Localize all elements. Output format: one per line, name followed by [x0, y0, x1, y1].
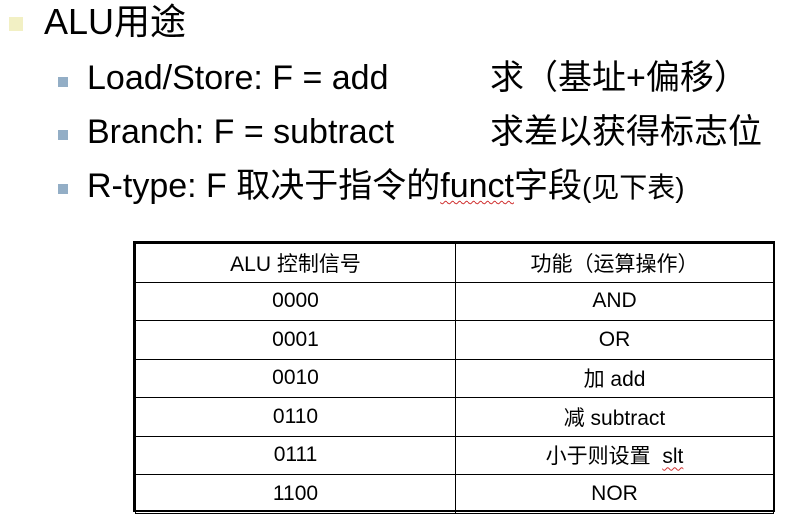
- table-cell-function: AND: [455, 281, 774, 321]
- table-cell-function: 加 add: [455, 358, 774, 398]
- alu-control-table: ALU 控制信号 功能（运算操作） 0000 AND 0001 OR 0010 …: [133, 241, 775, 514]
- table-cell-signal: 0111: [135, 435, 456, 475]
- bullet-2-label: Branch: F = subtract: [87, 113, 395, 151]
- table-row: 1100 NOR: [135, 474, 774, 514]
- bullet-1-desc: 求（基址+偏移）: [490, 59, 748, 97]
- table-header-signal: ALU 控制信号: [135, 243, 456, 283]
- bullet-marker-1: [58, 77, 68, 87]
- table-row: 0010 加 add: [135, 358, 774, 398]
- bullet-3-label: R-type: F 取决于指令的funct字段(见下表): [87, 166, 685, 208]
- bullet-1-label: Load/Store: F = add: [87, 59, 389, 97]
- table-cell-function: NOR: [455, 474, 774, 514]
- bullet-3-funct-word: funct: [440, 167, 514, 205]
- table-cell-signal: 0001: [135, 320, 456, 360]
- table-cell-signal: 0010: [135, 358, 456, 398]
- bullet-3-suffix: 字段: [513, 167, 582, 205]
- bullet-2-desc: 求差以获得标志位: [490, 113, 762, 151]
- table-cell-function: 减 subtract: [455, 397, 774, 437]
- title-bullet: [9, 17, 23, 31]
- table-row: 0111 小于则设置 slt: [135, 435, 774, 475]
- table-cell-signal: 0000: [135, 281, 456, 321]
- table-header-row: ALU 控制信号 功能（运算操作）: [135, 243, 774, 283]
- table-row: 0110 减 subtract: [135, 397, 774, 437]
- bullet-3-prefix: R-type: F 取决于指令的: [87, 167, 441, 205]
- table-header-function: 功能（运算操作）: [455, 243, 774, 283]
- slide-title: ALU用途: [44, 1, 187, 42]
- table-cell-signal: 1100: [135, 474, 456, 514]
- bullet-marker-3: [58, 184, 68, 194]
- table-row: 0001 OR: [135, 320, 774, 360]
- table-cell-function: 小于则设置 slt: [455, 435, 774, 475]
- table-row: 0000 AND: [135, 281, 774, 321]
- table-cell-function: OR: [455, 320, 774, 360]
- slt-cell-text: 小于则设置 slt: [545, 445, 684, 469]
- table-cell-signal: 0110: [135, 397, 456, 437]
- bullet-3-paren: (见下表): [581, 172, 685, 203]
- bullet-marker-2: [58, 130, 68, 140]
